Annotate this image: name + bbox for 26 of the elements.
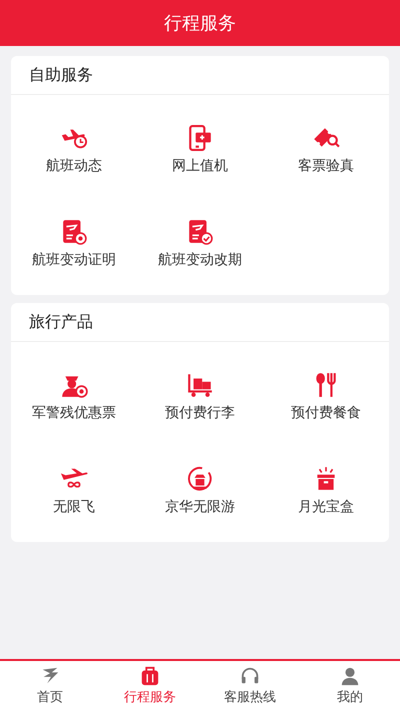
service-item[interactable]: 网上值机 <box>137 113 263 187</box>
temple-circle-icon <box>186 466 214 492</box>
service-item[interactable]: 预付费餐食 <box>263 360 389 434</box>
service-item[interactable]: 预付费行李 <box>137 360 263 434</box>
document-check-icon <box>186 219 214 245</box>
service-item[interactable]: 航班动态 <box>11 113 137 187</box>
service-item[interactable]: 军警残优惠票 <box>11 360 137 434</box>
phone-icon <box>186 125 214 151</box>
service-item[interactable]: 航班变动改期 <box>137 207 263 281</box>
page-title: 行程服务 <box>164 12 236 35</box>
service-item[interactable]: 航班变动证明 <box>11 207 137 281</box>
service-item[interactable]: 京华无限游 <box>137 454 263 528</box>
certificate-icon <box>60 219 88 245</box>
luggage-cart-icon <box>186 372 214 398</box>
tab[interactable]: 客服热线 <box>200 661 300 711</box>
tab[interactable]: 行程服务 <box>100 661 200 711</box>
service-item[interactable]: 月光宝盒 <box>263 454 389 528</box>
tab[interactable]: 我的 <box>300 661 400 711</box>
headset-icon <box>239 666 261 686</box>
suitcase-icon <box>139 666 161 686</box>
person-icon <box>339 666 361 686</box>
service-item[interactable]: 无限飞 <box>11 454 137 528</box>
section-title: 旅行产品 <box>11 303 389 342</box>
tab[interactable]: 首页 <box>0 661 100 711</box>
service-item[interactable]: 客票验真 <box>263 113 389 187</box>
section-title: 自助服务 <box>11 56 389 95</box>
